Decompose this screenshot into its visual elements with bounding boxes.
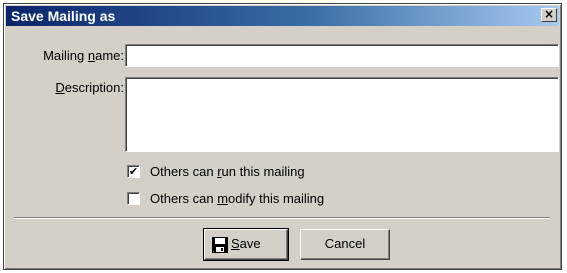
close-button[interactable]: × [541,8,557,22]
run-checkbox-label[interactable]: Others can run this mailing [150,164,305,180]
save-button[interactable]: Save [203,228,289,261]
title-bar[interactable]: Save Mailing as × [6,6,559,26]
modify-option-row[interactable]: Others can modify this mailing [127,190,387,208]
modify-checkbox-label[interactable]: Others can modify this mailing [150,191,324,207]
checkmark-icon: ✔ [128,165,139,178]
save-mailing-dialog: Save Mailing as × Mailing name: Descript… [3,3,562,270]
close-icon: × [543,7,555,21]
mailing-name-label: Mailing name: [43,48,124,63]
window-title: Save Mailing as [11,8,116,24]
run-checkbox[interactable]: ✔ [127,165,140,178]
modify-checkbox[interactable] [127,192,140,205]
run-option-row[interactable]: ✔ Others can run this mailing [127,163,367,181]
cancel-button-label: Cancel [324,236,366,251]
floppy-disk-icon [212,237,228,253]
separator [14,217,550,219]
save-button-label: Save [231,236,261,251]
mailing-name-input[interactable] [125,44,559,67]
cancel-button[interactable]: Cancel [300,229,390,260]
description-label: Description: [55,80,124,95]
description-textarea[interactable] [125,77,559,152]
